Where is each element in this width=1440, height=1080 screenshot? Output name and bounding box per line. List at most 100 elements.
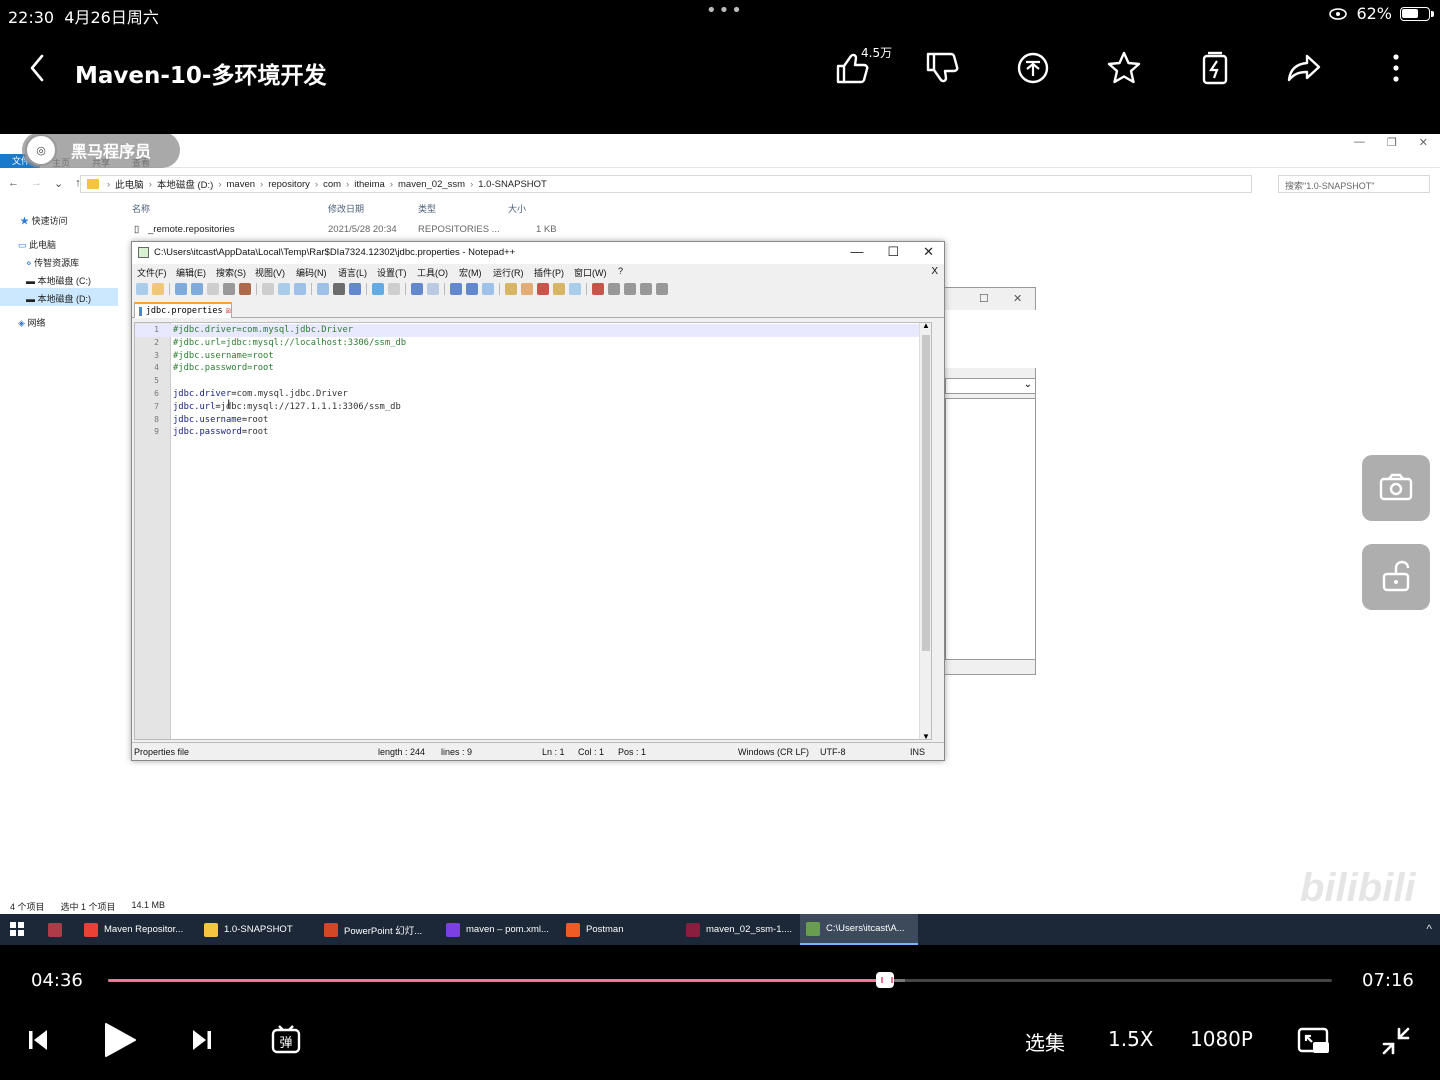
more-button[interactable]: [1376, 48, 1416, 88]
taskbar-item[interactable]: C:\Users\itcast\A...: [800, 914, 918, 945]
play-icon[interactable]: [102, 1021, 138, 1059]
save-macro-icon[interactable]: [656, 283, 668, 295]
menu-view[interactable]: 视图(V): [255, 266, 285, 279]
code-line[interactable]: 4 #jdbc.password=root: [135, 362, 931, 375]
taskbar-item[interactable]: PowerPoint 幻灯...: [318, 914, 436, 945]
open-file-icon[interactable]: [152, 283, 164, 295]
copy-icon[interactable]: [278, 283, 290, 295]
paste-icon[interactable]: [294, 283, 306, 295]
scrollbar-thumb[interactable]: [922, 335, 930, 651]
scroll-down-icon[interactable]: ▼: [922, 732, 930, 739]
restore-icon[interactable]: ❐: [1387, 136, 1397, 149]
speed-button[interactable]: 1.5X: [1108, 1027, 1154, 1051]
taskbar-item[interactable]: maven_02_ssm-1....: [680, 914, 796, 945]
picture-in-picture-icon[interactable]: [1296, 1025, 1332, 1057]
back-icon[interactable]: [26, 52, 50, 84]
minimize-icon[interactable]: —: [850, 244, 863, 260]
coin-button[interactable]: [1013, 48, 1053, 88]
sync-vertical-icon[interactable]: [427, 283, 439, 295]
breadcrumb-item[interactable]: itheima: [354, 179, 385, 190]
menu-tools[interactable]: 工具(O): [417, 266, 448, 279]
print-icon[interactable]: [239, 283, 251, 295]
restore-icon[interactable]: ☐: [979, 292, 989, 305]
function-list-icon[interactable]: [537, 283, 549, 295]
share-button[interactable]: [1285, 48, 1325, 88]
multitask-dots-icon[interactable]: •••: [706, 0, 744, 21]
breadcrumb-item[interactable]: com: [323, 179, 341, 190]
screenshot-button[interactable]: [1362, 455, 1430, 521]
danmaku-toggle-icon[interactable]: 弹: [270, 1023, 304, 1057]
folder-workspace-icon[interactable]: [553, 283, 565, 295]
undo-icon[interactable]: [317, 283, 329, 295]
taskbar-item[interactable]: 1.0-SNAPSHOT: [198, 914, 314, 945]
close-document-icon[interactable]: X: [931, 266, 938, 277]
monitoring-icon[interactable]: [569, 283, 581, 295]
progress-thumb[interactable]: [876, 972, 895, 988]
cut-icon[interactable]: [262, 283, 274, 295]
menu-run[interactable]: 运行(R): [493, 266, 524, 279]
replace-icon[interactable]: [372, 283, 384, 295]
scroll-up-icon[interactable]: ▲: [922, 323, 930, 330]
indent-guide-icon[interactable]: [505, 283, 517, 295]
code-line[interactable]: 1 #jdbc.driver=com.mysql.jdbc.Driver: [135, 324, 931, 337]
record-macro-icon[interactable]: [592, 283, 604, 295]
close-icon[interactable]: ✕: [1419, 136, 1428, 149]
doc-map-icon[interactable]: [521, 283, 533, 295]
nav-item-drive-c[interactable]: ▬ 本地磁盘 (C:): [0, 270, 118, 288]
stop-macro-icon[interactable]: [608, 283, 620, 295]
dialog-list[interactable]: [945, 398, 1036, 660]
breadcrumb-item[interactable]: 此电脑: [115, 177, 144, 191]
minimize-icon[interactable]: —: [1354, 136, 1365, 149]
find-icon[interactable]: [349, 283, 361, 295]
column-header-modified[interactable]: 修改日期: [328, 202, 364, 215]
dislike-button[interactable]: [922, 48, 962, 88]
close-all-icon[interactable]: [223, 283, 235, 295]
breadcrumb-item[interactable]: maven_02_ssm: [398, 179, 465, 190]
menu-search[interactable]: 搜索(S): [216, 266, 246, 279]
menu-plugins[interactable]: 插件(P): [534, 266, 564, 279]
breadcrumb-item[interactable]: 1.0-SNAPSHOT: [478, 179, 547, 190]
code-editor[interactable]: 1 #jdbc.driver=com.mysql.jdbc.Driver 2 #jdb…: [134, 322, 932, 740]
code-line[interactable]: 6 jdbc.driver=com.mysql.jdbc.Driver: [135, 388, 931, 401]
nav-item-quick-access[interactable]: ★ 快速访问: [0, 210, 118, 228]
new-file-icon[interactable]: [136, 283, 148, 295]
code-line[interactable]: 9 jdbc.password=root: [135, 426, 931, 439]
charge-button[interactable]: [1195, 48, 1235, 88]
recent-chevron-icon[interactable]: ⌄: [54, 177, 63, 190]
menu-encoding[interactable]: 编码(N): [296, 266, 327, 279]
forward-arrow-icon[interactable]: →: [31, 177, 42, 190]
sync-horizontal-icon[interactable]: [450, 283, 462, 295]
vertical-scrollbar[interactable]: ▲ ▼: [919, 323, 931, 739]
quality-button[interactable]: 1080P: [1190, 1027, 1253, 1051]
screen-lock-button[interactable]: [1362, 544, 1430, 610]
video-frame[interactable]: 文件 主页 共享 查看 — ❐ ✕ ◎ 黑马程序员 ← → ⌄ ↑: [0, 134, 1440, 945]
previous-icon[interactable]: [26, 1027, 50, 1053]
taskbar-item[interactable]: Postman: [560, 914, 676, 945]
back-arrow-icon[interactable]: ←: [8, 177, 19, 190]
column-header-size[interactable]: 大小: [508, 202, 526, 215]
close-icon[interactable]: ✕: [923, 244, 934, 260]
breadcrumb-item[interactable]: repository: [268, 179, 310, 190]
save-all-icon[interactable]: [191, 283, 203, 295]
nav-item-resource-library[interactable]: ⋄ 传智资源库: [0, 252, 118, 270]
zoom-in-icon[interactable]: [388, 283, 400, 295]
progress-bar[interactable]: [108, 972, 1332, 988]
breadcrumb-item[interactable]: 本地磁盘 (D:): [157, 177, 213, 191]
menu-window[interactable]: 窗口(W): [574, 266, 607, 279]
show-all-chars-icon[interactable]: [482, 283, 494, 295]
nav-item-this-pc[interactable]: ▭ 此电脑: [0, 234, 118, 252]
code-line[interactable]: 8 jdbc.username=root: [135, 414, 931, 427]
address-box[interactable]: › 此电脑 › 本地磁盘 (D:) › maven › repository › com…: [80, 175, 1252, 193]
tab-jdbc-properties[interactable]: jdbc.properties ☒: [134, 302, 232, 318]
redo-icon[interactable]: [333, 283, 345, 295]
menu-help[interactable]: ?: [618, 266, 623, 276]
menu-file[interactable]: 文件(F): [137, 266, 167, 279]
menu-language[interactable]: 语言(L): [338, 266, 367, 279]
code-line[interactable]: 7 jdbc.url=jdbc:mysql://127.1.1.1:3306/ss…: [135, 401, 931, 414]
exit-fullscreen-icon[interactable]: [1380, 1025, 1412, 1057]
taskbar-app-icon[interactable]: [42, 914, 72, 945]
menu-settings[interactable]: 设置(T): [377, 266, 407, 279]
breadcrumb-item[interactable]: maven: [227, 179, 256, 190]
save-icon[interactable]: [175, 283, 187, 295]
menu-edit[interactable]: 编辑(E): [176, 266, 206, 279]
